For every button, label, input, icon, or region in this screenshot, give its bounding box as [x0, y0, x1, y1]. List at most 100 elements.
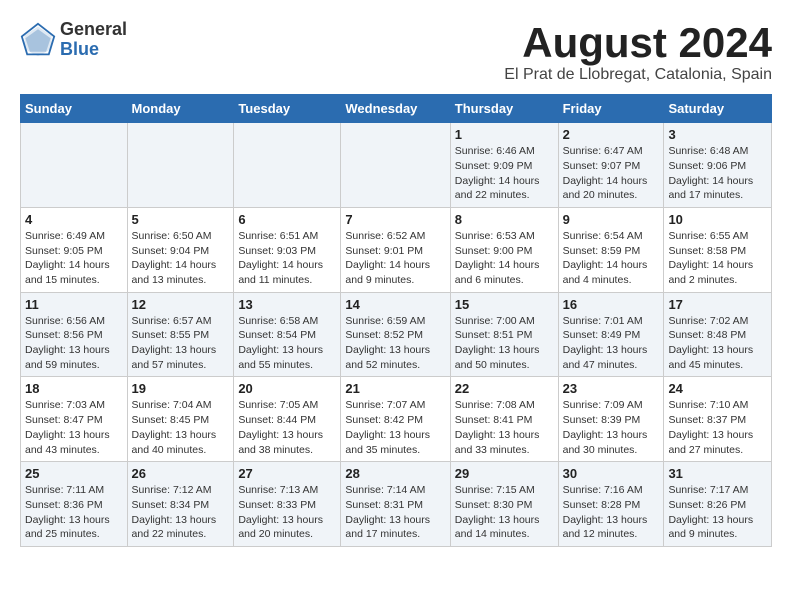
- calendar-cell: 1 Sunrise: 6:46 AM Sunset: 9:09 PM Daylig…: [450, 123, 558, 208]
- logo-icon: [20, 22, 56, 58]
- day-number: 29: [455, 466, 554, 481]
- day-number: 14: [345, 297, 445, 312]
- calendar-cell: 5 Sunrise: 6:50 AM Sunset: 9:04 PM Daylig…: [127, 207, 234, 292]
- calendar-cell: 21Sunrise: 7:07 AM Sunset: 8:42 PM Dayli…: [341, 377, 450, 462]
- calendar-cell: 9Sunrise: 6:54 AM Sunset: 8:59 PM Daylig…: [558, 207, 664, 292]
- calendar-cell: 7 Sunrise: 6:52 AM Sunset: 9:01 PM Daylig…: [341, 207, 450, 292]
- day-number: 26: [132, 466, 230, 481]
- day-number: 2: [563, 127, 660, 142]
- day-info: Sunrise: 7:08 AM Sunset: 8:41 PM Dayligh…: [455, 398, 554, 457]
- week-row-4: 18Sunrise: 7:03 AM Sunset: 8:47 PM Dayli…: [21, 377, 772, 462]
- day-info: Sunrise: 7:16 AM Sunset: 8:28 PM Dayligh…: [563, 483, 660, 542]
- day-number: 9: [563, 212, 660, 227]
- calendar-cell: [21, 123, 128, 208]
- logo: General Blue: [20, 20, 127, 60]
- day-number: 16: [563, 297, 660, 312]
- week-row-2: 4 Sunrise: 6:49 AM Sunset: 9:05 PM Daylig…: [21, 207, 772, 292]
- day-info: Sunrise: 7:10 AM Sunset: 8:37 PM Dayligh…: [668, 398, 767, 457]
- logo-blue: Blue: [60, 40, 127, 60]
- page-header: General Blue August 2024 El Prat de Llob…: [20, 20, 772, 84]
- calendar-cell: 31Sunrise: 7:17 AM Sunset: 8:26 PM Dayli…: [664, 462, 772, 547]
- day-number: 10: [668, 212, 767, 227]
- day-number: 31: [668, 466, 767, 481]
- main-title: August 2024: [504, 20, 772, 66]
- day-number: 7: [345, 212, 445, 227]
- calendar-cell: 12Sunrise: 6:57 AM Sunset: 8:55 PM Dayli…: [127, 292, 234, 377]
- calendar-cell: 25Sunrise: 7:11 AM Sunset: 8:36 PM Dayli…: [21, 462, 128, 547]
- day-info: Sunrise: 7:03 AM Sunset: 8:47 PM Dayligh…: [25, 398, 123, 457]
- calendar-cell: 13 Sunrise: 6:58 AM Sunset: 8:54 PM Dayli…: [234, 292, 341, 377]
- calendar-cell: 8Sunrise: 6:53 AM Sunset: 9:00 PM Daylig…: [450, 207, 558, 292]
- calendar-cell: 26 Sunrise: 7:12 AM Sunset: 8:34 PM Dayli…: [127, 462, 234, 547]
- calendar-cell: 6 Sunrise: 6:51 AM Sunset: 9:03 PM Daylig…: [234, 207, 341, 292]
- calendar-cell: 19 Sunrise: 7:04 AM Sunset: 8:45 PM Dayli…: [127, 377, 234, 462]
- calendar-cell: 2 Sunrise: 6:47 AM Sunset: 9:07 PM Daylig…: [558, 123, 664, 208]
- day-number: 4: [25, 212, 123, 227]
- header-wednesday: Wednesday: [341, 95, 450, 123]
- calendar-body: 1 Sunrise: 6:46 AM Sunset: 9:09 PM Daylig…: [21, 123, 772, 547]
- day-info: Sunrise: 6:52 AM Sunset: 9:01 PM Dayligh…: [345, 229, 445, 288]
- calendar-cell: 18Sunrise: 7:03 AM Sunset: 8:47 PM Dayli…: [21, 377, 128, 462]
- day-info: Sunrise: 7:12 AM Sunset: 8:34 PM Dayligh…: [132, 483, 230, 542]
- week-row-3: 11 Sunrise: 6:56 AM Sunset: 8:56 PM Dayli…: [21, 292, 772, 377]
- week-row-1: 1 Sunrise: 6:46 AM Sunset: 9:09 PM Daylig…: [21, 123, 772, 208]
- day-info: Sunrise: 7:01 AM Sunset: 8:49 PM Dayligh…: [563, 314, 660, 373]
- day-info: Sunrise: 6:51 AM Sunset: 9:03 PM Dayligh…: [238, 229, 336, 288]
- day-info: Sunrise: 7:02 AM Sunset: 8:48 PM Dayligh…: [668, 314, 767, 373]
- calendar-cell: 11 Sunrise: 6:56 AM Sunset: 8:56 PM Dayli…: [21, 292, 128, 377]
- day-info: Sunrise: 6:48 AM Sunset: 9:06 PM Dayligh…: [668, 144, 767, 203]
- day-number: 6: [238, 212, 336, 227]
- day-info: Sunrise: 6:49 AM Sunset: 9:05 PM Dayligh…: [25, 229, 123, 288]
- day-info: Sunrise: 7:00 AM Sunset: 8:51 PM Dayligh…: [455, 314, 554, 373]
- day-number: 11: [25, 297, 123, 312]
- day-info: Sunrise: 6:50 AM Sunset: 9:04 PM Dayligh…: [132, 229, 230, 288]
- calendar-cell: 17 Sunrise: 7:02 AM Sunset: 8:48 PM Dayli…: [664, 292, 772, 377]
- day-info: Sunrise: 7:05 AM Sunset: 8:44 PM Dayligh…: [238, 398, 336, 457]
- day-info: Sunrise: 6:58 AM Sunset: 8:54 PM Dayligh…: [238, 314, 336, 373]
- day-number: 23: [563, 381, 660, 396]
- calendar-header: SundayMondayTuesdayWednesdayThursdayFrid…: [21, 95, 772, 123]
- day-info: Sunrise: 7:09 AM Sunset: 8:39 PM Dayligh…: [563, 398, 660, 457]
- calendar-cell: [127, 123, 234, 208]
- day-number: 5: [132, 212, 230, 227]
- title-block: August 2024 El Prat de Llobregat, Catalo…: [504, 20, 772, 84]
- calendar-cell: 15Sunrise: 7:00 AM Sunset: 8:51 PM Dayli…: [450, 292, 558, 377]
- day-info: Sunrise: 6:56 AM Sunset: 8:56 PM Dayligh…: [25, 314, 123, 373]
- day-number: 28: [345, 466, 445, 481]
- logo-text: General Blue: [60, 20, 127, 60]
- day-info: Sunrise: 7:15 AM Sunset: 8:30 PM Dayligh…: [455, 483, 554, 542]
- header-thursday: Thursday: [450, 95, 558, 123]
- calendar-cell: 20 Sunrise: 7:05 AM Sunset: 8:44 PM Dayli…: [234, 377, 341, 462]
- calendar-cell: 3Sunrise: 6:48 AM Sunset: 9:06 PM Daylig…: [664, 123, 772, 208]
- day-info: Sunrise: 7:04 AM Sunset: 8:45 PM Dayligh…: [132, 398, 230, 457]
- day-number: 13: [238, 297, 336, 312]
- calendar-cell: 28Sunrise: 7:14 AM Sunset: 8:31 PM Dayli…: [341, 462, 450, 547]
- day-info: Sunrise: 6:46 AM Sunset: 9:09 PM Dayligh…: [455, 144, 554, 203]
- header-row: SundayMondayTuesdayWednesdayThursdayFrid…: [21, 95, 772, 123]
- calendar-cell: [234, 123, 341, 208]
- calendar-cell: 14Sunrise: 6:59 AM Sunset: 8:52 PM Dayli…: [341, 292, 450, 377]
- day-number: 25: [25, 466, 123, 481]
- subtitle: El Prat de Llobregat, Catalonia, Spain: [504, 66, 772, 84]
- calendar-cell: 29 Sunrise: 7:15 AM Sunset: 8:30 PM Dayli…: [450, 462, 558, 547]
- calendar-cell: 24Sunrise: 7:10 AM Sunset: 8:37 PM Dayli…: [664, 377, 772, 462]
- calendar-cell: 27Sunrise: 7:13 AM Sunset: 8:33 PM Dayli…: [234, 462, 341, 547]
- day-number: 8: [455, 212, 554, 227]
- calendar-table: SundayMondayTuesdayWednesdayThursdayFrid…: [20, 94, 772, 547]
- day-number: 30: [563, 466, 660, 481]
- calendar-cell: 4 Sunrise: 6:49 AM Sunset: 9:05 PM Daylig…: [21, 207, 128, 292]
- day-number: 21: [345, 381, 445, 396]
- header-tuesday: Tuesday: [234, 95, 341, 123]
- day-number: 20: [238, 381, 336, 396]
- calendar-cell: 10Sunrise: 6:55 AM Sunset: 8:58 PM Dayli…: [664, 207, 772, 292]
- calendar-cell: 30 Sunrise: 7:16 AM Sunset: 8:28 PM Dayli…: [558, 462, 664, 547]
- day-number: 1: [455, 127, 554, 142]
- header-sunday: Sunday: [21, 95, 128, 123]
- day-info: Sunrise: 6:47 AM Sunset: 9:07 PM Dayligh…: [563, 144, 660, 203]
- day-number: 17: [668, 297, 767, 312]
- day-number: 19: [132, 381, 230, 396]
- calendar-cell: 23 Sunrise: 7:09 AM Sunset: 8:39 PM Dayli…: [558, 377, 664, 462]
- day-info: Sunrise: 6:57 AM Sunset: 8:55 PM Dayligh…: [132, 314, 230, 373]
- calendar-cell: 22Sunrise: 7:08 AM Sunset: 8:41 PM Dayli…: [450, 377, 558, 462]
- logo-general: General: [60, 20, 127, 40]
